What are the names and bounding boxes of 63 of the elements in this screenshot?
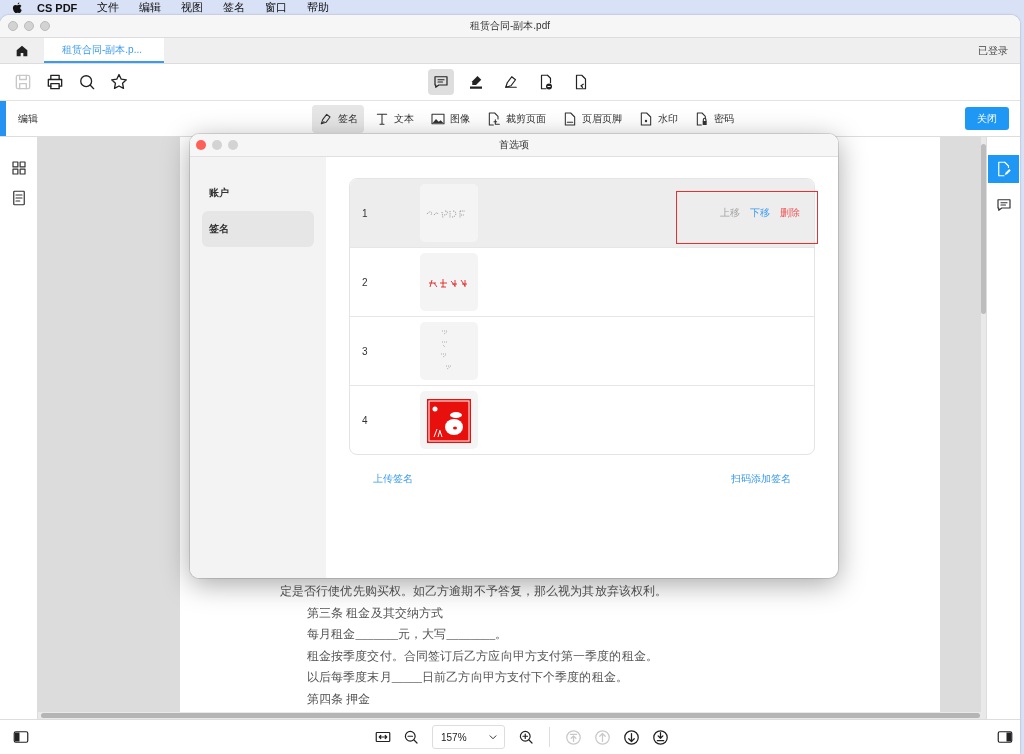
print-icon: [45, 72, 65, 92]
edit-tool-button[interactable]: 密码: [688, 104, 740, 133]
arrow-up-icon: [593, 727, 612, 747]
edit-panel-button[interactable]: [988, 155, 1019, 183]
arrow-bottom-icon: [651, 727, 670, 747]
marker-icon: [467, 73, 485, 91]
login-status[interactable]: 已登录: [978, 43, 1020, 58]
zoom-in-icon: [517, 728, 535, 746]
row-number: 3: [361, 345, 369, 357]
signature-row[interactable]: 4: [350, 385, 814, 454]
save-icon: [13, 72, 33, 92]
signature-row[interactable]: 2: [350, 247, 814, 316]
arrow-down-icon: [622, 727, 641, 747]
thumbnails-button[interactable]: [9, 159, 28, 177]
search-icon: [77, 72, 97, 92]
signature-row[interactable]: 3: [350, 316, 814, 385]
row-number: 4: [361, 414, 369, 426]
window-close-button[interactable]: [196, 140, 206, 150]
settings-nav-item[interactable]: 账户: [202, 175, 314, 211]
document-text: 第四条 押金: [307, 691, 371, 706]
star-icon: [109, 72, 129, 92]
settings-nav-item[interactable]: 签名: [202, 211, 314, 247]
file-lock-icon: [694, 110, 710, 127]
menu-item[interactable]: 文件: [97, 0, 120, 15]
comment-icon: [432, 73, 450, 91]
menu-item[interactable]: 签名: [223, 0, 246, 15]
mode-label: 编辑: [18, 111, 38, 126]
scrollbar-thumb[interactable]: [41, 713, 980, 718]
comment-button[interactable]: [428, 69, 454, 95]
edit-tool-button[interactable]: 文本: [368, 104, 420, 133]
apple-icon[interactable]: [12, 1, 23, 14]
scrollbar-thumb[interactable]: [981, 144, 986, 314]
row-number: 1: [361, 207, 369, 219]
file-crop-icon: [486, 110, 502, 127]
document-text: 第三条 租金及其交纳方式: [307, 605, 444, 620]
dialog-title: 首选项: [499, 139, 529, 150]
edit-tool-button[interactable]: 页眉页脚: [556, 104, 628, 133]
menu-item[interactable]: 帮助: [307, 0, 330, 15]
zoom-select[interactable]: 157%: [432, 725, 505, 749]
sidebar-icon: [996, 728, 1014, 746]
file-icon: [638, 110, 654, 127]
menu-item[interactable]: 视图: [181, 0, 204, 15]
pen-icon: [502, 73, 520, 91]
edit-tool-button[interactable]: 裁剪页面: [480, 104, 552, 133]
mode-indicator: [0, 101, 6, 136]
file-icon: [562, 110, 578, 127]
sidebar-icon: [12, 728, 30, 746]
window-title: 租赁合同-副本.pdf: [470, 20, 550, 31]
edit-tool-button[interactable]: 水印: [632, 104, 684, 133]
edit-tool-button[interactable]: 签名: [312, 104, 364, 133]
app-menu[interactable]: CS PDF: [37, 1, 78, 14]
edit-tool-button[interactable]: 图像: [424, 104, 476, 133]
comment-icon: [994, 196, 1013, 214]
zoom-out-icon: [402, 728, 420, 746]
document-text: 每月租金_______元，大写________。: [307, 627, 508, 641]
menu-item[interactable]: 编辑: [139, 0, 162, 15]
document-text: 定是否行使优先购买权。如乙方逾期不予答复，那么视为其放弃该权利。: [280, 584, 668, 598]
menu-item[interactable]: 窗口: [265, 0, 288, 15]
arrow-top-icon: [564, 727, 583, 747]
grid-icon: [9, 159, 28, 177]
row-number: 2: [361, 276, 369, 288]
document-text: 以后每季度末月_____日前乙方向甲方支付下个季度的租金。: [307, 670, 628, 684]
document-text: 租金按季度交付。合同签订后乙方应向甲方支付第一季度的租金。: [307, 648, 658, 663]
